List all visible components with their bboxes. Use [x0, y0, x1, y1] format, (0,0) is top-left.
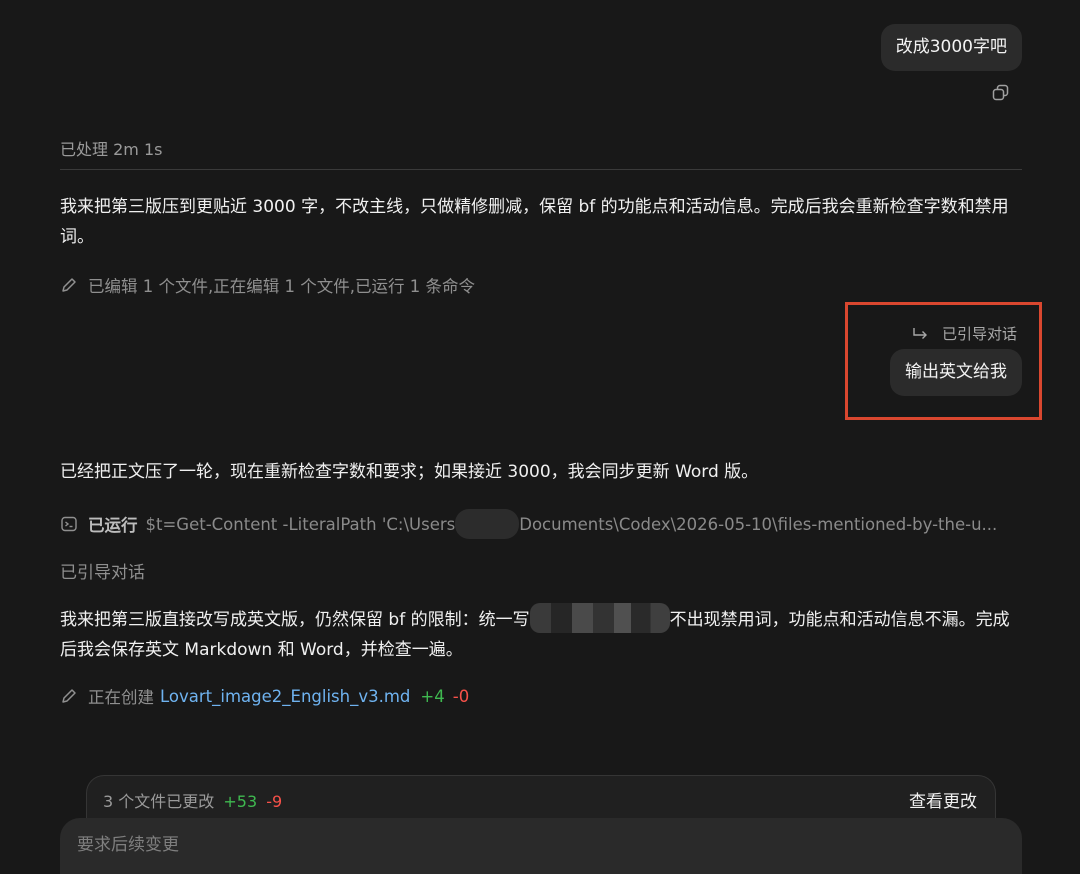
file-creating[interactable]: 正在创建 Lovart_image2_English_v3.md +4 -0: [60, 684, 469, 708]
pencil-icon: [62, 689, 76, 703]
steer-indicator: 已引导对话: [60, 563, 145, 583]
composer-input[interactable]: [75, 834, 979, 856]
activity-summary[interactable]: 已编辑 1 个文件,正在编辑 1 个文件,已运行 1 条命令: [60, 273, 475, 297]
activity-summary-text: 已编辑 1 个文件,正在编辑 1 个文件,已运行 1 条命令: [88, 277, 475, 296]
lines-removed: -0: [452, 686, 470, 706]
user-message-bubble: 改成3000字吧: [880, 24, 1022, 71]
user-message-text: 改成3000字吧: [895, 37, 1007, 57]
lines-added: +4: [420, 686, 445, 706]
command-text-start: $t=Get-Content -LiteralPath 'C:\Users: [145, 514, 456, 534]
divider: [60, 169, 1022, 170]
assistant-message-3: 我来把第三版直接改写成英文版，仍然保留 bf 的限制：统一写 不出现禁用词，功能点…: [60, 603, 1022, 665]
copy-icon[interactable]: [992, 84, 1010, 102]
assistant-message-2: 已经把正文压了一轮，现在重新检查字数和要求；如果接近 3000，我会同步更新 W…: [60, 462, 759, 482]
view-changes-button[interactable]: 查看更改: [909, 787, 977, 812]
changes-bar: 3 个文件已更改 +53 -9 查看更改: [86, 775, 996, 823]
steer-message-text: 输出英文给我: [905, 362, 1007, 382]
terminal-icon: [61, 516, 77, 532]
steer-label-text: 已引导对话: [941, 325, 1017, 343]
command-text-end: Documents\Codex\2026-05-10\files-mention…: [519, 514, 998, 534]
creating-label: 正在创建: [88, 688, 154, 707]
return-arrow-icon: [913, 327, 927, 339]
changes-summary: 3 个文件已更改 +53 -9: [103, 788, 282, 812]
pencil-icon: [62, 278, 76, 292]
changes-added: +53: [223, 792, 258, 811]
redacted-username: [455, 509, 520, 539]
processed-time[interactable]: 已处理 2m 1s: [60, 136, 162, 160]
assistant-message-3-start: 我来把第三版直接改写成英文版，仍然保留 bf 的限制：统一写: [60, 610, 530, 630]
command-run[interactable]: 已运行 $t=Get-Content -LiteralPath 'C:\User…: [60, 509, 997, 539]
composer: [60, 818, 1022, 874]
assistant-message-1: 我来把第三版压到更贴近 3000 字，不改主线，只做精修删减，保留 bf 的功能…: [60, 197, 1009, 247]
created-file-link[interactable]: Lovart_image2_English_v3.md: [160, 687, 410, 706]
redacted-text: [529, 603, 670, 633]
chat-page: 改成3000字吧 已处理 2m 1s 我来把第三版压到更贴近 3000 字，不改…: [0, 0, 1080, 874]
steer-label: 已引导对话: [912, 323, 1017, 344]
changes-removed: -9: [266, 792, 283, 811]
changes-summary-text: 3 个文件已更改: [103, 792, 215, 811]
command-label: 已运行: [88, 516, 138, 535]
steer-message-bubble: 输出英文给我: [890, 349, 1022, 396]
